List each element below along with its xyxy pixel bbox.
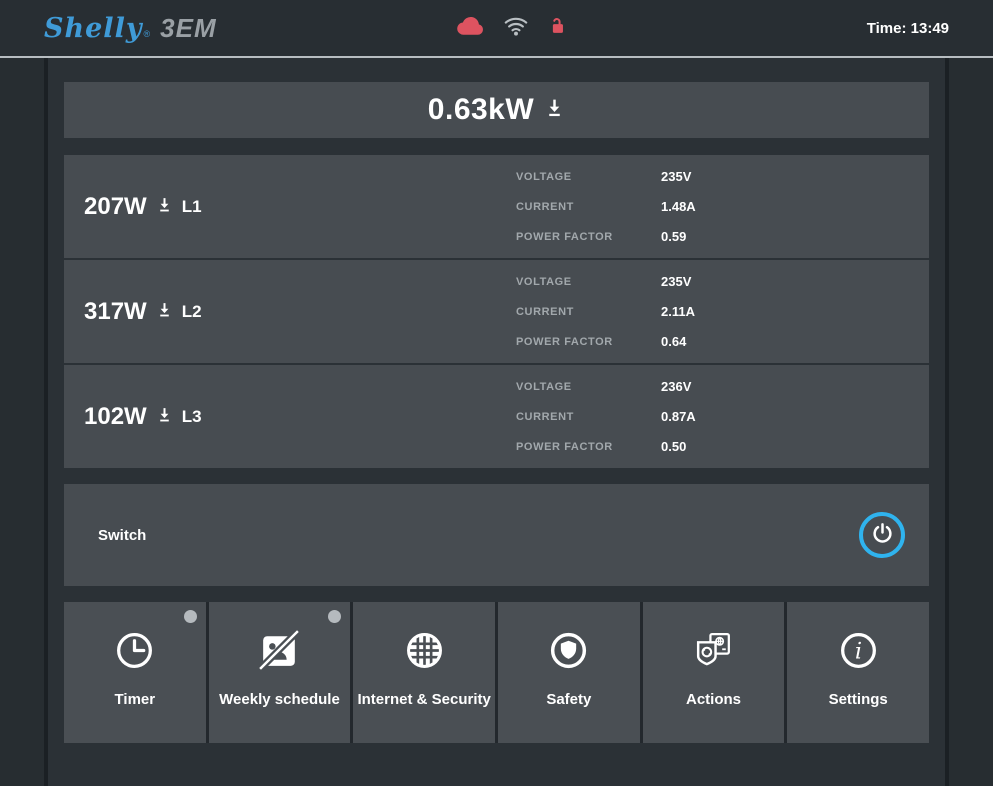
power-icon (871, 522, 894, 548)
info-icon: i (835, 626, 882, 674)
weekly-schedule-icon (256, 626, 303, 674)
tile-settings[interactable]: i Settings (787, 602, 929, 743)
power-factor-label: POWER FACTOR (516, 441, 661, 453)
actions-icon (690, 626, 737, 674)
phase-power-value: 317W (84, 298, 147, 326)
tile-label: Weekly schedule (215, 690, 344, 710)
current-value: 0.87A (661, 409, 867, 424)
power-import-icon (544, 97, 565, 123)
tile-label: Actions (682, 690, 745, 710)
voltage-value: 236V (661, 379, 867, 394)
switch-card: Switch (64, 484, 929, 586)
total-power-card: 0.63kW (64, 82, 929, 138)
current-value: 2.11A (661, 304, 867, 319)
power-import-icon (156, 196, 173, 218)
status-icons (157, 11, 867, 46)
tile-safety[interactable]: Safety (498, 602, 640, 743)
power-factor-value: 0.59 (661, 229, 867, 244)
total-power-value: 0.63kW (428, 93, 534, 127)
voltage-value: 235V (661, 274, 867, 289)
tile-label: Timer (111, 690, 160, 710)
phase-name: L1 (182, 197, 202, 217)
current-value: 1.48A (661, 199, 867, 214)
switch-label: Switch (98, 527, 146, 544)
timer-clock-icon (111, 626, 158, 674)
shield-icon (545, 626, 592, 674)
tile-actions[interactable]: Actions (643, 602, 785, 743)
notification-dot (328, 610, 341, 623)
power-import-icon (156, 406, 173, 428)
app-header: Shelly® 3EM Time: 13:49 (0, 0, 993, 56)
lock-open-icon (546, 15, 568, 42)
tile-weekly-schedule[interactable]: Weekly schedule (209, 602, 351, 743)
phase-power-value: 102W (84, 403, 147, 431)
device-time: Time: 13:49 (867, 20, 949, 37)
voltage-label: VOLTAGE (516, 276, 661, 288)
main-panel: 0.63kW 207W L1 VOLTAGE 235V CURRENT 1.48… (44, 58, 949, 786)
power-toggle-button[interactable] (859, 512, 905, 558)
power-factor-label: POWER FACTOR (516, 231, 661, 243)
phase-power-value: 207W (84, 193, 147, 221)
tile-internet-security[interactable]: Internet & Security (353, 602, 495, 743)
notification-dot (184, 610, 197, 623)
cloud-icon (456, 11, 486, 46)
current-label: CURRENT (516, 201, 661, 213)
phase-row-l2: 317W L2 VOLTAGE 235V CURRENT 2.11A POWER… (64, 260, 929, 363)
power-import-icon (156, 301, 173, 323)
tile-label: Settings (825, 690, 892, 710)
phase-row-l1: 207W L1 VOLTAGE 235V CURRENT 1.48A POWER… (64, 155, 929, 258)
phase-list: 207W L1 VOLTAGE 235V CURRENT 1.48A POWER… (64, 155, 929, 468)
voltage-value: 235V (661, 169, 867, 184)
tile-timer[interactable]: Timer (64, 602, 206, 743)
phase-row-l3: 102W L3 VOLTAGE 236V CURRENT 0.87A POWER… (64, 365, 929, 468)
tile-label: Safety (542, 690, 595, 710)
phase-name: L3 (182, 407, 202, 427)
power-factor-value: 0.50 (661, 439, 867, 454)
current-label: CURRENT (516, 411, 661, 423)
registered-mark: ® (144, 29, 151, 39)
voltage-label: VOLTAGE (516, 381, 661, 393)
tile-label: Internet & Security (353, 690, 494, 710)
voltage-label: VOLTAGE (516, 171, 661, 183)
power-factor-value: 0.64 (661, 334, 867, 349)
logo-brand-text: Shelly (44, 13, 143, 44)
wifi-icon (503, 13, 529, 44)
phase-name: L2 (182, 302, 202, 322)
power-factor-label: POWER FACTOR (516, 336, 661, 348)
current-label: CURRENT (516, 306, 661, 318)
globe-icon (401, 626, 448, 674)
menu-grid: Timer Weekly schedule (64, 602, 929, 743)
svg-text:i: i (855, 638, 862, 664)
